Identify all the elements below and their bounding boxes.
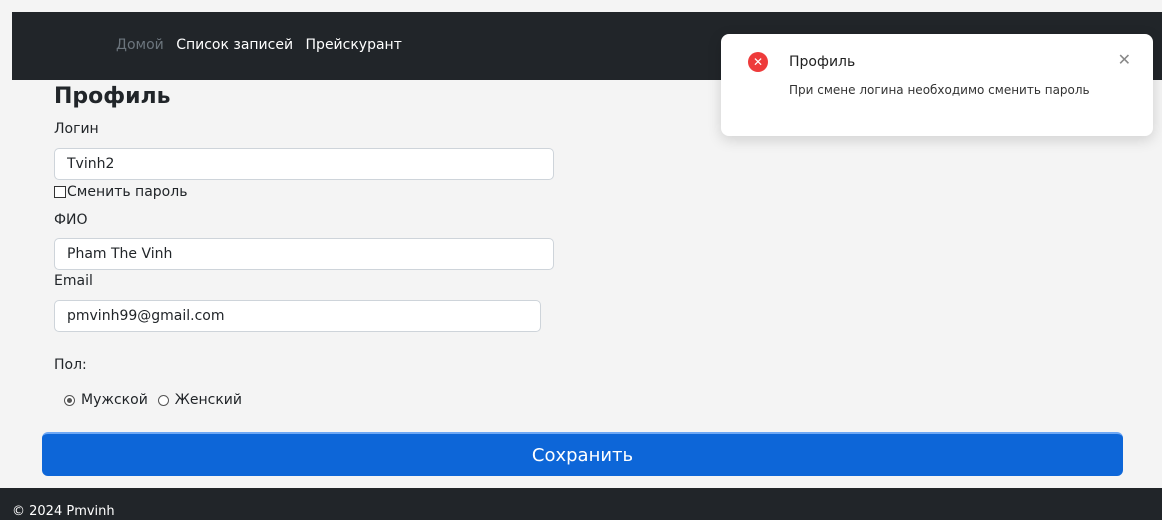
- toast-message: При смене логина необходимо сменить паро…: [789, 83, 1090, 97]
- fio-input[interactable]: [54, 238, 554, 270]
- nav-link-home[interactable]: Домой: [116, 37, 164, 53]
- save-button[interactable]: Сохранить: [42, 432, 1123, 476]
- notification-toast: ✕ Профиль ✕ При смене логина необходимо …: [721, 34, 1153, 136]
- footer: © 2024 Pmvinh: [0, 488, 1162, 520]
- nav-link-pricelist[interactable]: Прейскурант: [306, 37, 402, 53]
- gender-female-label: Женский: [174, 392, 242, 408]
- change-password-label: Сменить пароль: [67, 184, 188, 200]
- login-input[interactable]: [54, 148, 554, 180]
- change-password-row[interactable]: Сменить пароль: [54, 184, 187, 200]
- page-title: Профиль: [54, 84, 171, 109]
- toast-title: Профиль: [789, 54, 856, 70]
- login-label: Логин: [54, 121, 99, 137]
- gender-female-radio[interactable]: [157, 394, 169, 406]
- gender-radio-group: Мужской Женский: [64, 392, 242, 408]
- gender-label: Пол:: [54, 357, 87, 373]
- error-icon: ✕: [748, 52, 768, 72]
- footer-copyright: © 2024 Pmvinh: [12, 504, 115, 519]
- close-icon[interactable]: ✕: [1118, 50, 1131, 69]
- gender-male-radio[interactable]: [64, 394, 75, 406]
- nav-link-records[interactable]: Список записей: [176, 37, 293, 53]
- email-label: Email: [54, 273, 93, 289]
- gender-male-label: Мужской: [81, 392, 148, 408]
- email-input[interactable]: [54, 300, 541, 332]
- change-password-checkbox[interactable]: [54, 186, 66, 198]
- nav-links: Домой Список записей Прейскурант: [116, 37, 410, 53]
- fio-label: ФИО: [54, 212, 88, 228]
